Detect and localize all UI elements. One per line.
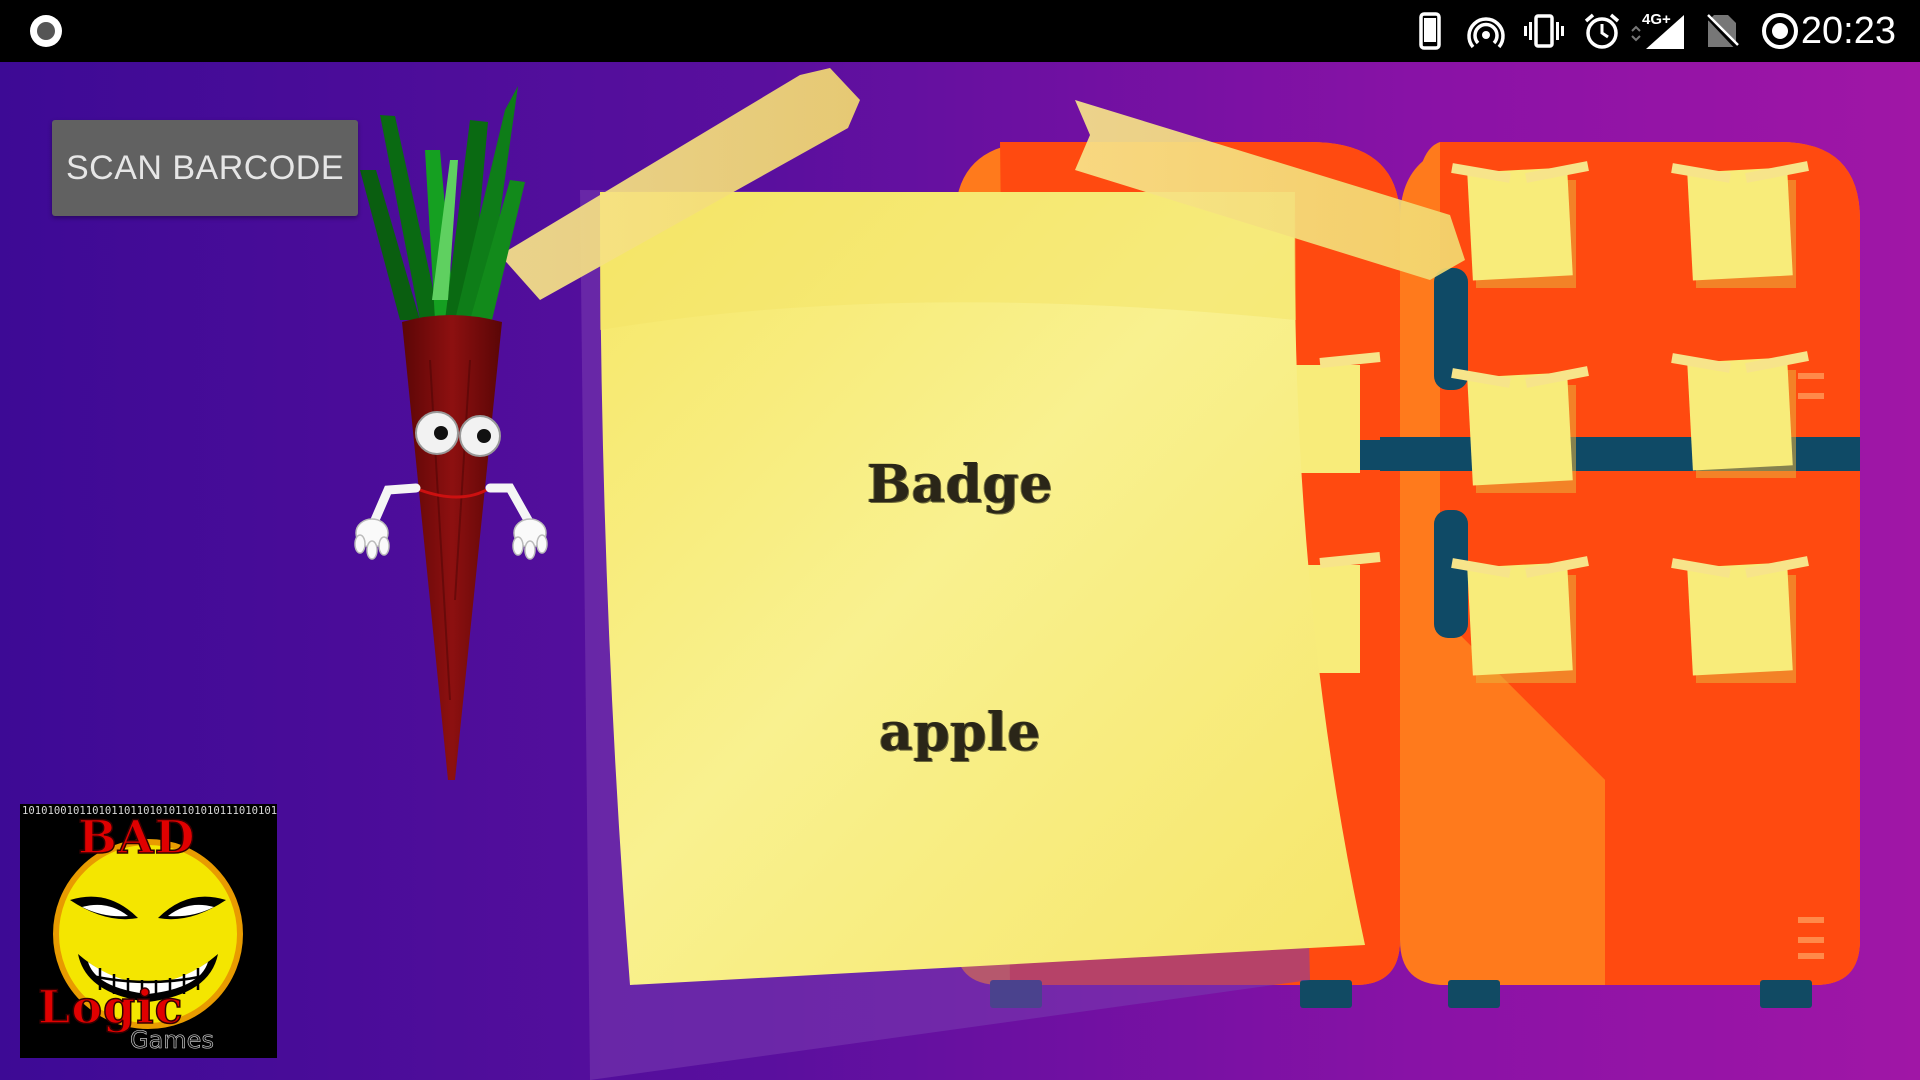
- logo-text-games: Games: [130, 1026, 215, 1055]
- logo-text-bad: BAD: [77, 809, 196, 865]
- scan-barcode-button[interactable]: SCAN BARCODE: [52, 120, 358, 216]
- bad-logic-games-logo: 1010100101101011011010101101010111010101…: [20, 804, 277, 1058]
- carrot-character: [354, 86, 548, 780]
- note-word-1: Badge: [867, 454, 1053, 515]
- note-word-2: apple: [879, 702, 1041, 763]
- carrot-leaves: [360, 86, 525, 320]
